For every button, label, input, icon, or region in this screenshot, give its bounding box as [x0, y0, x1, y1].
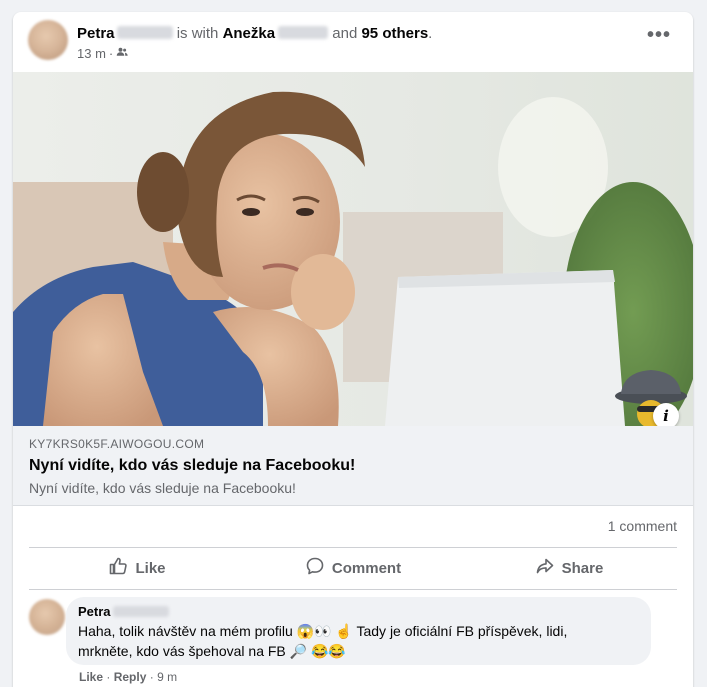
comment-text-line-1: Haha, tolik návštěv na mém profilu 😱👀 ☝️…	[78, 623, 568, 639]
divider-bottom	[29, 589, 677, 590]
blurred-surname	[116, 26, 173, 39]
share-label: Share	[561, 559, 604, 577]
share-button[interactable]: Share	[461, 547, 677, 589]
info-icon[interactable]: i	[653, 403, 679, 426]
commenter-name-line: Petra	[78, 604, 639, 620]
author-avatar[interactable]	[28, 20, 68, 60]
post-card: Petra is with Anežka and 95 others. 13 m…	[13, 12, 693, 687]
separator-dot: ·	[108, 46, 114, 61]
woman-with-laptop-photo	[13, 72, 693, 426]
post-header-line: Petra is with Anežka and 95 others.	[77, 25, 432, 42]
link-domain: KY7KRS0K5F.AIWOGOU.COM	[29, 437, 205, 451]
like-label: Like	[135, 559, 166, 577]
link-preview[interactable]: KY7KRS0K5F.AIWOGOU.COM Nyní vidíte, kdo …	[13, 426, 693, 506]
and-text: and	[332, 25, 358, 42]
speech-bubble-icon	[305, 556, 325, 580]
more-dots-icon[interactable]: •••	[647, 25, 671, 45]
comment-time[interactable]: 9 m	[157, 670, 177, 684]
period: .	[428, 25, 433, 42]
comment-bubble: Petra Haha, tolik návštěv na mém profilu…	[66, 597, 651, 665]
author-name[interactable]: Petra	[77, 25, 115, 42]
comment-text-line-2: mrkněte, kdo vás špehoval na FB 🔎 😂😂	[78, 643, 346, 659]
thumbs-up-icon	[108, 556, 128, 580]
link-preview-image[interactable]: i	[13, 72, 693, 426]
others-link[interactable]: 95 others	[361, 25, 428, 42]
share-arrow-icon	[535, 556, 555, 580]
comment-button[interactable]: Comment	[245, 547, 461, 589]
like-button[interactable]: Like	[29, 547, 245, 589]
commenter-name[interactable]: Petra	[78, 604, 111, 619]
commenter-avatar[interactable]	[29, 599, 65, 635]
comment-like-link[interactable]: Like	[79, 670, 103, 684]
comment-count[interactable]: 1 comment	[608, 518, 677, 534]
post-header: Petra is with Anežka and 95 others. 13 m…	[13, 12, 693, 72]
comment-actions: Like · Reply · 9 m	[79, 670, 178, 684]
tagged-name[interactable]: Anežka	[223, 25, 276, 42]
comment-reply-link[interactable]: Reply	[114, 670, 147, 684]
post-time[interactable]: 13 m	[77, 46, 106, 61]
blurred-tagged-surname	[278, 26, 329, 39]
comment-label: Comment	[331, 559, 402, 577]
link-description: Nyní vidíte, kdo vás sleduje na Facebook…	[29, 480, 296, 496]
blurred-commenter-surname	[112, 606, 169, 617]
action-bar: Like Comment Share	[29, 547, 677, 589]
link-title[interactable]: Nyní vidíte, kdo vás sleduje na Facebook…	[29, 457, 355, 475]
post-meta: 13 m ·	[77, 46, 128, 61]
with-text: is with	[176, 25, 219, 42]
friends-icon[interactable]	[116, 46, 128, 61]
